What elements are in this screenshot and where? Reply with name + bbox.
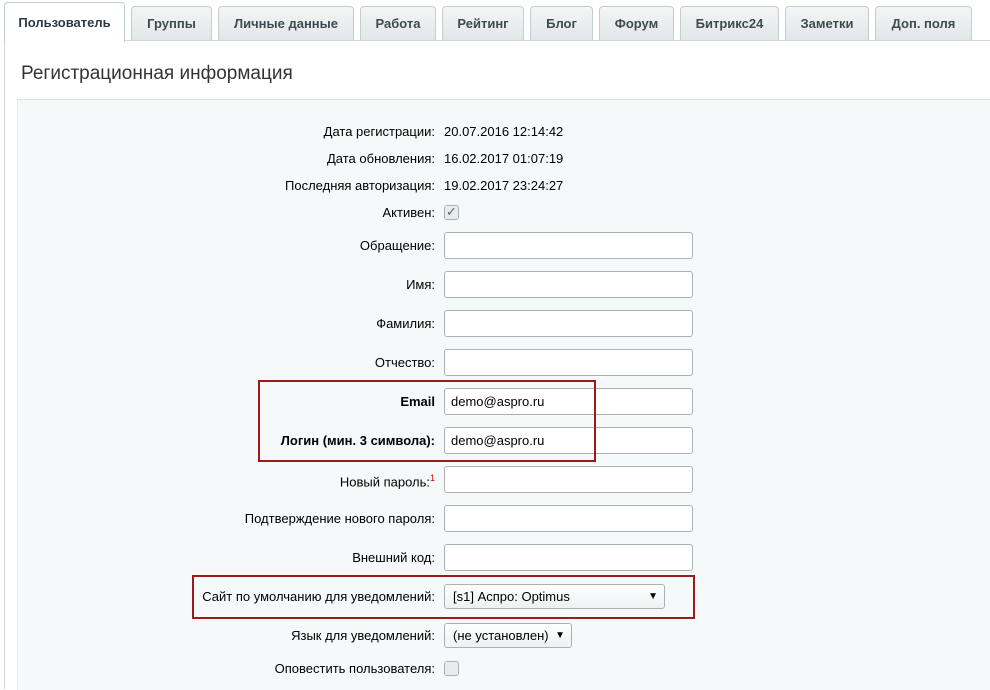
default-site-highlight-box (192, 575, 695, 619)
tab-work[interactable]: Работа (360, 6, 436, 40)
last-auth-label: Последняя авторизация: (285, 178, 435, 193)
notify-checkbox[interactable] (444, 661, 459, 676)
active-label: Активен: (382, 205, 435, 220)
reg-date-label: Дата регистрации: (323, 124, 435, 139)
tab-bitrix24[interactable]: Битрикс24 (680, 6, 779, 40)
tab-notes[interactable]: Заметки (785, 6, 869, 40)
new-password-field[interactable] (444, 466, 693, 493)
last-auth-value: 19.02.2017 23:24:27 (444, 178, 564, 193)
external-code-label: Внешний код: (352, 550, 435, 565)
tab-forum[interactable]: Форум (599, 6, 674, 40)
tab-personal-data[interactable]: Личные данные (218, 6, 354, 40)
language-selected: (не установлен) (453, 628, 549, 643)
language-label: Язык для уведомлений: (291, 628, 435, 643)
last-name-input[interactable] (444, 310, 693, 337)
active-checkbox[interactable]: ✓ (444, 204, 459, 220)
triangle-down-icon: ▼ (555, 630, 565, 641)
new-password-label-text: Новый пароль: (339, 474, 430, 490)
tab-extra-fields[interactable]: Доп. поля (875, 6, 972, 40)
tab-panel: Регистрационная информация Дата регистра… (4, 40, 990, 690)
last-name-label: Фамилия: (376, 316, 435, 331)
second-name-input[interactable] (444, 349, 693, 376)
confirm-password-field[interactable] (444, 505, 693, 532)
tab-bar: Пользователь Группы Личные данные Работа… (0, 0, 990, 42)
second-name-label: Отчество: (374, 355, 435, 370)
reg-date-value: 20.07.2016 12:14:42 (444, 124, 564, 139)
confirm-password-label: Подтверждение нового пароля: (244, 511, 435, 526)
notify-label: Оповестить пользователя: (274, 661, 435, 676)
registration-form: Дата регистрации: 20.07.2016 12:14:42 Да… (17, 100, 990, 690)
panel-title: Регистрационная информация (21, 63, 293, 84)
update-date-label: Дата обновления: (327, 151, 435, 166)
tab-user[interactable]: Пользователь (4, 2, 125, 42)
language-select[interactable]: (не установлен) ▼ (444, 623, 572, 648)
update-date-value: 16.02.2017 01:07:19 (444, 151, 564, 166)
checkmark-icon: ✓ (446, 204, 457, 219)
title-label: Обращение: (359, 238, 435, 253)
tab-blog[interactable]: Блог (530, 6, 593, 40)
external-code-input[interactable] (444, 544, 693, 571)
panel-header: Регистрационная информация (17, 41, 990, 100)
name-label: Имя: (406, 277, 435, 292)
email-login-highlight-box (258, 380, 596, 462)
new-password-label: Новый пароль:1 (340, 473, 435, 489)
title-input[interactable] (444, 232, 693, 259)
tab-rating[interactable]: Рейтинг (442, 6, 524, 40)
tab-groups[interactable]: Группы (131, 6, 212, 40)
required-note-marker: 1 (429, 473, 435, 483)
name-input[interactable] (444, 271, 693, 298)
